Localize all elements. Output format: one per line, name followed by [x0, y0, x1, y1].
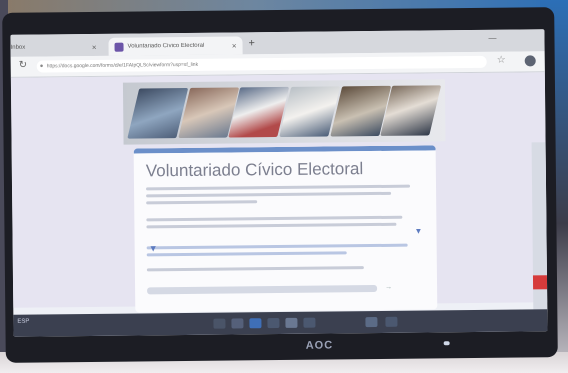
taskbar-app-icon[interactable]: [385, 316, 398, 327]
tab-label: Voluntariado Cívico Electoral: [127, 42, 205, 50]
description-text-blurred: [146, 222, 397, 229]
form-header-card: Voluntariado Cívico Electoral ▼ ▼ →: [133, 145, 438, 313]
chevron-down-icon[interactable]: ▼: [149, 243, 158, 253]
taskbar-app-icon[interactable]: [231, 318, 244, 329]
form-banner: [122, 79, 446, 145]
side-panel-red-block: [532, 275, 548, 290]
taskbar-app-icon[interactable]: [249, 318, 262, 329]
new-tab-button[interactable]: +: [248, 37, 255, 49]
description-text-blurred: [146, 191, 391, 198]
profile-avatar[interactable]: [524, 55, 536, 67]
close-icon[interactable]: ×: [92, 42, 97, 51]
description-text-blurred: [146, 200, 258, 205]
arrow-icon: →: [385, 283, 393, 291]
tab-label: Inbox: [10, 44, 26, 51]
google-form: Voluntariado Cívico Electoral ▼ ▼ →: [122, 79, 447, 313]
lock-icon: ●: [39, 63, 44, 70]
minimize-button[interactable]: —: [488, 34, 496, 43]
description-text-blurred: [146, 215, 403, 222]
taskbar: ESP: [13, 309, 548, 337]
address-text: https://docs.google.com/forms/d/e/1FAIpQ…: [46, 61, 199, 70]
description-text-blurred: [146, 251, 347, 257]
form-title: Voluntariado Cívico Electoral: [145, 159, 364, 181]
monitor: Inbox × Voluntariado Cívico Electoral × …: [2, 7, 558, 363]
tab-form[interactable]: Voluntariado Cívico Electoral ×: [108, 36, 243, 56]
screen: Inbox × Voluntariado Cívico Electoral × …: [10, 29, 548, 337]
email-row-blurred: [147, 284, 378, 295]
banner-photo: [380, 85, 442, 136]
taskbar-app-icon[interactable]: [365, 316, 378, 328]
taskbar-app-icon[interactable]: [213, 318, 226, 329]
taskbar-language: ESP: [17, 318, 30, 325]
description-text-blurred: [146, 184, 411, 191]
tab-inbox[interactable]: Inbox ×: [10, 38, 102, 57]
chevron-down-icon[interactable]: ▼: [414, 227, 422, 236]
forms-favicon-icon: [114, 42, 124, 52]
close-icon[interactable]: ×: [232, 41, 237, 50]
taskbar-app-icon[interactable]: [303, 317, 316, 328]
taskbar-app-icon[interactable]: [267, 318, 280, 329]
description-text-blurred: [146, 243, 408, 250]
page-body: Voluntariado Cívico Electoral ▼ ▼ →: [10, 72, 548, 313]
description-text-blurred: [146, 266, 364, 272]
address-bar[interactable]: ● https://docs.google.com/forms/d/e/1FAI…: [36, 55, 487, 73]
monitor-brand-logo: AOC: [305, 339, 334, 352]
reload-icon[interactable]: ↻: [19, 60, 28, 71]
taskbar-app-icon[interactable]: [285, 317, 298, 328]
star-icon[interactable]: ☆: [497, 55, 506, 66]
power-button[interactable]: [443, 341, 450, 346]
